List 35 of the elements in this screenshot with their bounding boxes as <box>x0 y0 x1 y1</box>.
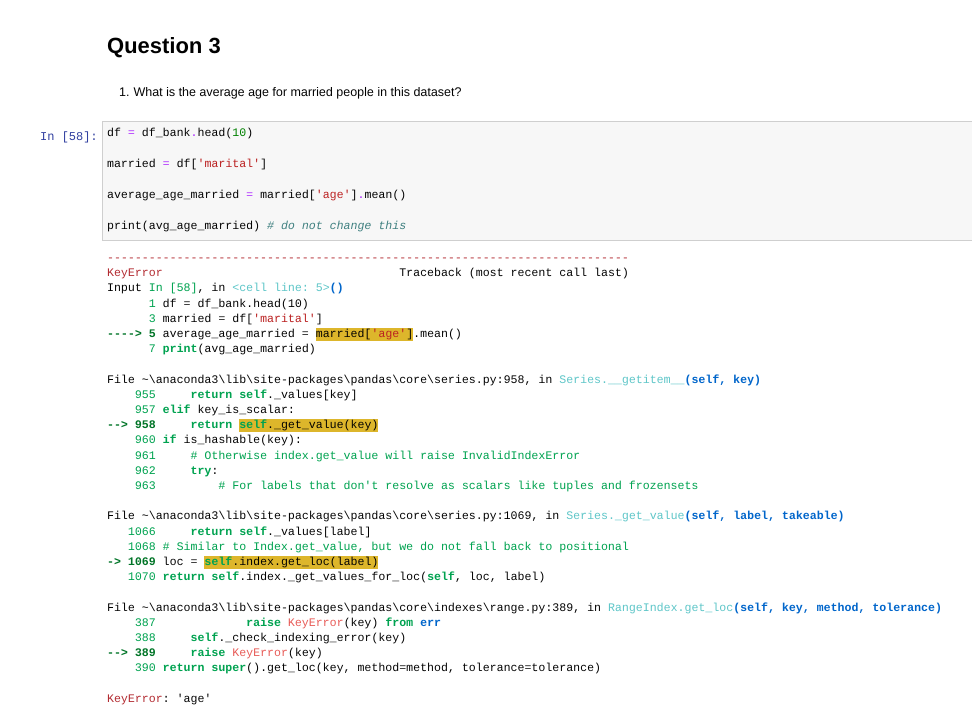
traceback-line: --> 958 return self._get_value(key) <box>107 418 380 434</box>
traceback-line: -> 1069 loc = self.index.get_loc(label) <box>107 554 380 570</box>
traceback-line: 955 return self._values[key] <box>134 388 358 403</box>
traceback-line: 960 if is_hashable(key): <box>134 433 303 449</box>
traceback-line: 7 print(avg_age_married) <box>148 342 317 358</box>
traceback-line: File ~\anaconda3\lib\site-packages\pandas\core\series.py:1069, in Series._get_value(self, label, takeable) <box>107 509 846 525</box>
traceback-line: 1 df = df_bank.head(10) <box>148 296 310 312</box>
heading: Question 3 <box>107 33 222 60</box>
traceback-line: --> 389 raise KeyError(key) <box>107 646 324 662</box>
list-marker: 1. <box>119 84 130 100</box>
code-line: married = df['marital'] <box>107 157 268 173</box>
cell-prompt: In [58]: <box>40 129 98 146</box>
list-item: What is the average age for married people in this dataset? <box>133 84 462 100</box>
traceback-line: File ~\anaconda3\lib\site-packages\pandas\core\indexes\range.py:389, in RangeIndex.get_loc(self, key, method, tolerance) <box>107 600 943 616</box>
traceback-line: 1070 return self.index._get_values_for_loc(self, loc, label) <box>126 570 546 586</box>
traceback-line: 957 elif key_is_scalar: <box>134 402 296 418</box>
traceback-line: --------------------------------------------------------------------------- <box>107 250 630 266</box>
code-line: print(avg_age_married) # do not change this <box>107 219 408 235</box>
code-line: df = df_bank.head(10) <box>107 126 254 142</box>
traceback-line: 962 try: <box>134 464 220 479</box>
traceback-line: 1066 return self._values[label] <box>126 524 372 540</box>
code-input-cell[interactable]: df = df_bank.head(10) married = df['marital'] average_age_married = married['age'].mean() print(avg_age_married) # do not change this <box>102 121 972 241</box>
traceback-line: 963 # For labels that don't resolve as scalars like tuples and frozensets <box>134 478 700 494</box>
traceback-line: 3 married = df['marital'] <box>148 312 324 327</box>
traceback-line: 387 raise KeyError(key) from err <box>134 616 442 631</box>
traceback-line: KeyError Traceback (most recent call last) <box>107 266 630 282</box>
code-line: average_age_married = married['age'].mean() <box>107 188 408 204</box>
traceback-line: 1068 # Similar to Index.get_value, but we do not fall back to positional <box>126 540 630 555</box>
traceback-line: 388 self._check_indexing_error(key) <box>134 630 408 646</box>
traceback-line: ----> 5 average_age_married = married['age'].mean() <box>107 326 463 342</box>
traceback-line: File ~\anaconda3\lib\site-packages\pandas\core\series.py:958, in Series.__getitem__(self, key) <box>107 372 762 388</box>
traceback-line: 390 return super().get_loc(key, method=method, tolerance=tolerance) <box>134 661 602 677</box>
traceback-line: Input In [58], in <cell line: 5>() <box>107 281 345 296</box>
traceback-line: 961 # Otherwise index.get_value will raise InvalidIndexError <box>134 448 582 464</box>
traceback-line: KeyError: 'age' <box>107 692 212 707</box>
